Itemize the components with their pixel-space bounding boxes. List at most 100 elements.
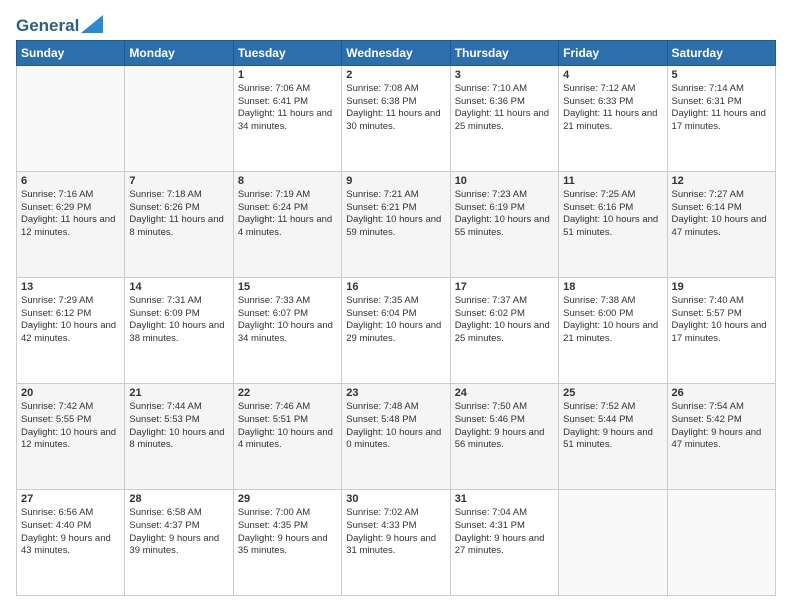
calendar-cell: 19 Sunrise: 7:40 AM Sunset: 5:57 PM Dayli…: [667, 277, 775, 383]
calendar-cell: 29 Sunrise: 7:00 AM Sunset: 4:35 PM Dayli…: [233, 489, 341, 595]
day-number: 9: [346, 175, 445, 187]
day-number: 16: [346, 281, 445, 293]
calendar-header-row: SundayMondayTuesdayWednesdayThursdayFrid…: [17, 40, 776, 65]
day-number: 24: [455, 387, 554, 399]
day-header-monday: Monday: [125, 40, 233, 65]
day-number: 14: [129, 281, 228, 293]
day-info: Sunrise: 7:04 AM Sunset: 4:31 PM Dayligh…: [455, 507, 554, 558]
calendar-cell: 27 Sunrise: 6:56 AM Sunset: 4:40 PM Dayli…: [17, 489, 125, 595]
calendar-cell: [559, 489, 667, 595]
calendar-cell: 25 Sunrise: 7:52 AM Sunset: 5:44 PM Dayli…: [559, 383, 667, 489]
day-number: 19: [672, 281, 771, 293]
day-number: 13: [21, 281, 120, 293]
calendar-cell: [125, 65, 233, 171]
day-info: Sunrise: 7:44 AM Sunset: 5:53 PM Dayligh…: [129, 401, 228, 452]
calendar-week-5: 27 Sunrise: 6:56 AM Sunset: 4:40 PM Dayli…: [17, 489, 776, 595]
calendar-cell: 26 Sunrise: 7:54 AM Sunset: 5:42 PM Dayli…: [667, 383, 775, 489]
calendar-cell: 4 Sunrise: 7:12 AM Sunset: 6:33 PM Daylig…: [559, 65, 667, 171]
calendar-cell: 13 Sunrise: 7:29 AM Sunset: 6:12 PM Dayli…: [17, 277, 125, 383]
calendar-cell: 14 Sunrise: 7:31 AM Sunset: 6:09 PM Dayli…: [125, 277, 233, 383]
day-info: Sunrise: 7:25 AM Sunset: 6:16 PM Dayligh…: [563, 189, 662, 240]
day-info: Sunrise: 7:33 AM Sunset: 6:07 PM Dayligh…: [238, 295, 337, 346]
calendar-cell: 21 Sunrise: 7:44 AM Sunset: 5:53 PM Dayli…: [125, 383, 233, 489]
day-number: 31: [455, 493, 554, 505]
day-info: Sunrise: 7:16 AM Sunset: 6:29 PM Dayligh…: [21, 189, 120, 240]
header: General: [16, 16, 776, 32]
calendar-cell: 24Sunrise: 7:50 AM Sunset: 5:46 PM Dayli…: [450, 383, 558, 489]
calendar-cell: 5 Sunrise: 7:14 AM Sunset: 6:31 PM Daylig…: [667, 65, 775, 171]
calendar-table: SundayMondayTuesdayWednesdayThursdayFrid…: [16, 40, 776, 596]
logo-icon: [81, 15, 103, 33]
day-number: 3: [455, 69, 554, 81]
day-number: 25: [563, 387, 662, 399]
calendar-cell: 23 Sunrise: 7:48 AM Sunset: 5:48 PM Dayli…: [342, 383, 450, 489]
day-info: Sunrise: 7:37 AM Sunset: 6:02 PM Dayligh…: [455, 295, 554, 346]
calendar-cell: [667, 489, 775, 595]
calendar-cell: [17, 65, 125, 171]
logo: General: [16, 16, 103, 32]
day-info: Sunrise: 7:46 AM Sunset: 5:51 PM Dayligh…: [238, 401, 337, 452]
day-header-tuesday: Tuesday: [233, 40, 341, 65]
day-number: 6: [21, 175, 120, 187]
day-number: 1: [238, 69, 337, 81]
day-number: 17: [455, 281, 554, 293]
calendar-cell: 7Sunrise: 7:18 AM Sunset: 6:26 PM Daylig…: [125, 171, 233, 277]
day-info: Sunrise: 7:40 AM Sunset: 5:57 PM Dayligh…: [672, 295, 771, 346]
calendar-cell: 31 Sunrise: 7:04 AM Sunset: 4:31 PM Dayli…: [450, 489, 558, 595]
day-number: 2: [346, 69, 445, 81]
day-info: Sunrise: 7:12 AM Sunset: 6:33 PM Dayligh…: [563, 83, 662, 134]
day-number: 28: [129, 493, 228, 505]
calendar-body: 1 Sunrise: 7:06 AM Sunset: 6:41 PM Daylig…: [17, 65, 776, 595]
calendar-week-2: 6 Sunrise: 7:16 AM Sunset: 6:29 PM Daylig…: [17, 171, 776, 277]
day-info: Sunrise: 7:31 AM Sunset: 6:09 PM Dayligh…: [129, 295, 228, 346]
calendar-cell: 15 Sunrise: 7:33 AM Sunset: 6:07 PM Dayli…: [233, 277, 341, 383]
day-number: 4: [563, 69, 662, 81]
calendar-cell: 28 Sunrise: 6:58 AM Sunset: 4:37 PM Dayli…: [125, 489, 233, 595]
day-number: 27: [21, 493, 120, 505]
day-number: 10: [455, 175, 554, 187]
day-info: Sunrise: 7:21 AM Sunset: 6:21 PM Dayligh…: [346, 189, 445, 240]
day-info: Sunrise: 7:06 AM Sunset: 6:41 PM Dayligh…: [238, 83, 337, 134]
day-number: 26: [672, 387, 771, 399]
day-number: 18: [563, 281, 662, 293]
day-number: 21: [129, 387, 228, 399]
day-header-thursday: Thursday: [450, 40, 558, 65]
day-info: Sunrise: 7:38 AM Sunset: 6:00 PM Dayligh…: [563, 295, 662, 346]
day-number: 20: [21, 387, 120, 399]
calendar-cell: 10 Sunrise: 7:23 AM Sunset: 6:19 PM Dayli…: [450, 171, 558, 277]
calendar-cell: 2 Sunrise: 7:08 AM Sunset: 6:38 PM Daylig…: [342, 65, 450, 171]
calendar-cell: 22 Sunrise: 7:46 AM Sunset: 5:51 PM Dayli…: [233, 383, 341, 489]
calendar-week-1: 1 Sunrise: 7:06 AM Sunset: 6:41 PM Daylig…: [17, 65, 776, 171]
calendar-cell: 18 Sunrise: 7:38 AM Sunset: 6:00 PM Dayli…: [559, 277, 667, 383]
day-info: Sunrise: 7:08 AM Sunset: 6:38 PM Dayligh…: [346, 83, 445, 134]
day-number: 8: [238, 175, 337, 187]
calendar-cell: 16Sunrise: 7:35 AM Sunset: 6:04 PM Dayli…: [342, 277, 450, 383]
day-info: Sunrise: 7:48 AM Sunset: 5:48 PM Dayligh…: [346, 401, 445, 452]
calendar-cell: 6 Sunrise: 7:16 AM Sunset: 6:29 PM Daylig…: [17, 171, 125, 277]
day-info: Sunrise: 7:42 AM Sunset: 5:55 PM Dayligh…: [21, 401, 120, 452]
day-info: Sunrise: 7:54 AM Sunset: 5:42 PM Dayligh…: [672, 401, 771, 452]
day-number: 15: [238, 281, 337, 293]
day-info: Sunrise: 6:56 AM Sunset: 4:40 PM Dayligh…: [21, 507, 120, 558]
day-number: 5: [672, 69, 771, 81]
day-info: Sunrise: 7:23 AM Sunset: 6:19 PM Dayligh…: [455, 189, 554, 240]
day-info: Sunrise: 7:52 AM Sunset: 5:44 PM Dayligh…: [563, 401, 662, 452]
day-info: Sunrise: 7:19 AM Sunset: 6:24 PM Dayligh…: [238, 189, 337, 240]
page: General SundayMondayTuesdayWednesdayThur…: [0, 0, 792, 612]
logo-text: General: [16, 16, 79, 36]
calendar-cell: 17 Sunrise: 7:37 AM Sunset: 6:02 PM Dayli…: [450, 277, 558, 383]
day-info: Sunrise: 7:00 AM Sunset: 4:35 PM Dayligh…: [238, 507, 337, 558]
day-info: Sunrise: 7:14 AM Sunset: 6:31 PM Dayligh…: [672, 83, 771, 134]
day-info: Sunrise: 7:02 AM Sunset: 4:33 PM Dayligh…: [346, 507, 445, 558]
day-number: 22: [238, 387, 337, 399]
day-number: 23: [346, 387, 445, 399]
calendar-cell: 8 Sunrise: 7:19 AM Sunset: 6:24 PM Daylig…: [233, 171, 341, 277]
day-number: 29: [238, 493, 337, 505]
day-info: Sunrise: 6:58 AM Sunset: 4:37 PM Dayligh…: [129, 507, 228, 558]
calendar-week-4: 20 Sunrise: 7:42 AM Sunset: 5:55 PM Dayli…: [17, 383, 776, 489]
day-header-friday: Friday: [559, 40, 667, 65]
day-info: Sunrise: 7:18 AM Sunset: 6:26 PM Dayligh…: [129, 189, 228, 240]
day-info: Sunrise: 7:29 AM Sunset: 6:12 PM Dayligh…: [21, 295, 120, 346]
day-header-sunday: Sunday: [17, 40, 125, 65]
calendar-cell: 30Sunrise: 7:02 AM Sunset: 4:33 PM Dayli…: [342, 489, 450, 595]
